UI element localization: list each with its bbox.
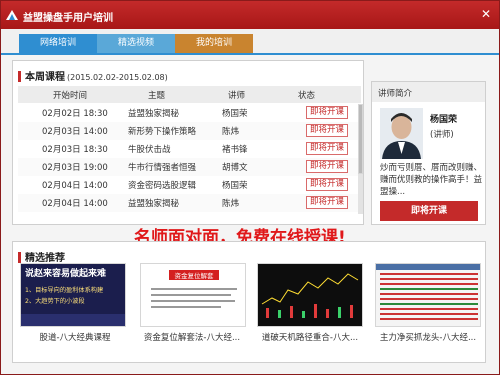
training-window: 益盟操盘手用户培训 ✕ 网络培训 精选视频 我的培训 本周课程 (2015.02.… — [0, 0, 500, 375]
tab-online-training[interactable]: 网络培训 — [19, 34, 97, 53]
title-bar: 益盟操盘手用户培训 ✕ — [1, 1, 499, 29]
row-teacher: 陈炜 — [222, 127, 240, 137]
status-button[interactable]: 即将开课 — [306, 142, 349, 155]
col-topic: 主题 — [148, 91, 166, 101]
table-header: 开始时间 主题 讲师 状态 — [18, 86, 361, 103]
col-teacher: 讲师 — [228, 91, 246, 101]
thumb-headline: 资金复位解套 — [175, 271, 215, 280]
teacher-title: (讲师) — [430, 130, 454, 140]
video-thumbnail-art: 资金复位解套 — [141, 264, 245, 326]
row-teacher: 胡博文 — [222, 163, 248, 173]
row-time: 02月04日 14:00 — [42, 199, 108, 209]
heading-marker — [18, 252, 21, 263]
close-icon[interactable]: ✕ — [479, 7, 493, 21]
row-topic: 新形势下操作策略 — [128, 127, 197, 137]
weekly-courses-panel: 本周课程 (2015.02.02-2015.02.08) 开始时间 主题 讲师 状… — [12, 60, 364, 225]
video-caption[interactable]: 资金复位解套法-八大经... — [137, 331, 247, 343]
thumb-point-2: 2、大趋势下的小波段 — [25, 297, 85, 305]
status-button[interactable]: 即将开课 — [306, 124, 349, 137]
tab-featured-videos[interactable]: 精选视频 — [97, 34, 175, 53]
date-range: (2015.02.02-2015.02.08) — [67, 73, 168, 82]
thumb-headline: 说赵来容易做起来难 — [25, 267, 106, 279]
row-teacher: 陈炜 — [222, 199, 240, 209]
table-row[interactable]: 02月04日 14:00 资金密码选股逻辑 杨国荣 即将开课 — [18, 176, 361, 194]
table-row[interactable]: 02月02日 18:30 益盟独家揭秘 杨国荣 即将开课 — [18, 104, 361, 122]
teacher-intro-header: 讲师简介 — [372, 82, 485, 102]
teacher-avatar — [380, 108, 423, 159]
row-teacher: 杨国荣 — [222, 109, 248, 119]
video-thumbnail[interactable] — [375, 263, 481, 327]
table-row[interactable]: 02月03日 14:00 新形势下操作策略 陈炜 即将开课 — [18, 122, 361, 140]
row-topic: 益盟独家揭秘 — [128, 109, 180, 119]
recommend-panel: 精选推荐 说赵来容易做起来难 1、目标导向的盈利体系构建 2、大趋势下的小波段 … — [12, 241, 486, 363]
row-topic: 益盟独家揭秘 — [128, 199, 180, 209]
heading-marker — [18, 71, 21, 82]
tab-underline — [1, 53, 499, 55]
row-time: 02月02日 18:30 — [42, 109, 108, 119]
tab-bar: 网络培训 精选视频 我的培训 — [1, 29, 499, 55]
status-button[interactable]: 即将开课 — [306, 196, 349, 209]
col-start-time: 开始时间 — [53, 91, 88, 101]
app-logo-icon — [6, 10, 18, 20]
status-button[interactable]: 即将开课 — [306, 160, 349, 173]
row-time: 02月03日 18:30 — [42, 145, 108, 155]
row-topic: 资金密码选股逻辑 — [128, 181, 197, 191]
table-scrollbar[interactable] — [358, 104, 363, 214]
table-row[interactable]: 02月03日 19:00 牛市行情强者恒强 胡博文 即将开课 — [18, 158, 361, 176]
row-teacher: 杨国荣 — [222, 181, 248, 191]
row-time: 02月03日 14:00 — [42, 127, 108, 137]
teacher-intro-title: 讲师简介 — [378, 89, 413, 99]
scrollbar-thumb[interactable] — [358, 104, 363, 174]
status-button[interactable]: 即将开课 — [306, 106, 349, 119]
row-time: 02月03日 19:00 — [42, 163, 108, 173]
teacher-description: 炒而亏则厝、厝而改则赚、赚而优则教的操作高手！益盟操... — [380, 163, 483, 197]
status-button[interactable]: 即将开课 — [306, 178, 349, 191]
video-caption[interactable]: 道破天机路径重合-八大... — [255, 331, 365, 343]
col-status: 状态 — [298, 91, 316, 101]
video-caption[interactable]: 股道-八大经典课程 — [20, 331, 130, 343]
weekly-courses-title: 本周课程 — [25, 72, 65, 83]
teacher-intro-panel: 讲师简介 杨国荣 (讲师) 炒而亏则厝、厝而改则赚、赚而优则教的操作高手！益盟操… — [371, 81, 486, 225]
row-topic: 牛股伏击战 — [128, 145, 171, 155]
video-caption[interactable]: 主力净买抓龙头-八大经... — [373, 331, 483, 343]
thumb-point-1: 1、目标导向的盈利体系构建 — [25, 286, 103, 294]
stock-chart-art — [258, 264, 362, 326]
weekly-courses-heading: 本周课程 (2015.02.02-2015.02.08) — [18, 68, 168, 83]
video-thumbnail[interactable]: 说赵来容易做起来难 1、目标导向的盈利体系构建 2、大趋势下的小波段 — [20, 263, 126, 327]
teacher-start-button[interactable]: 即将开课 — [380, 201, 478, 221]
table-row[interactable]: 02月03日 18:30 牛股伏击战 褚书锋 即将开课 — [18, 140, 361, 158]
row-time: 02月04日 14:00 — [42, 181, 108, 191]
video-thumbnail[interactable]: 资金复位解套 — [140, 263, 246, 327]
data-table-art — [376, 264, 480, 326]
window-title: 益盟操盘手用户培训 — [23, 13, 113, 24]
table-row[interactable]: 02月04日 14:00 益盟独家揭秘 陈炜 即将开课 — [18, 194, 361, 212]
person-icon — [380, 108, 423, 159]
video-thumbnail[interactable] — [257, 263, 363, 327]
tab-my-training[interactable]: 我的培训 — [175, 34, 253, 53]
row-topic: 牛市行情强者恒强 — [128, 163, 197, 173]
recommend-heading: 精选推荐 — [18, 249, 65, 264]
teacher-name: 杨国荣 — [430, 115, 458, 125]
row-teacher: 褚书锋 — [222, 145, 248, 155]
video-thumbnail-art: 说赵来容易做起来难 1、目标导向的盈利体系构建 2、大趋势下的小波段 — [21, 264, 125, 326]
